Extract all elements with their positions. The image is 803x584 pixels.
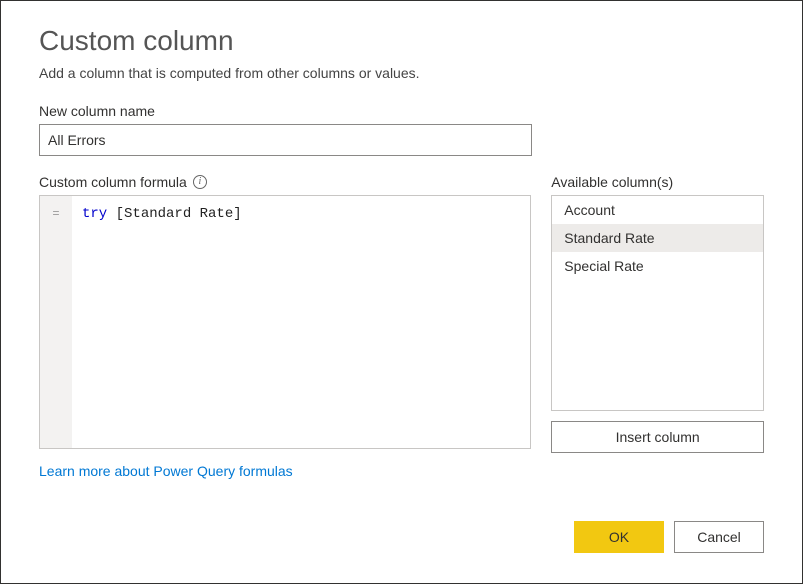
formula-gutter: = bbox=[40, 196, 72, 448]
dialog-title: Custom column bbox=[39, 25, 764, 57]
info-icon[interactable]: i bbox=[193, 175, 207, 189]
cancel-button[interactable]: Cancel bbox=[674, 521, 764, 553]
formula-label: Custom column formula i bbox=[39, 174, 531, 190]
new-column-name-input[interactable] bbox=[39, 124, 532, 156]
custom-column-dialog: Custom column Add a column that is compu… bbox=[0, 0, 803, 584]
available-column-item[interactable]: Special Rate bbox=[552, 252, 763, 280]
formula-code[interactable]: try [Standard Rate] bbox=[72, 196, 530, 448]
dialog-subtitle: Add a column that is computed from other… bbox=[39, 65, 764, 81]
available-columns-label: Available column(s) bbox=[551, 174, 764, 190]
learn-more-link[interactable]: Learn more about Power Query formulas bbox=[39, 463, 531, 479]
new-column-name-label: New column name bbox=[39, 103, 764, 119]
available-column-item[interactable]: Standard Rate bbox=[552, 224, 763, 252]
dialog-footer: OK Cancel bbox=[39, 505, 764, 553]
formula-editor[interactable]: = try [Standard Rate] bbox=[39, 195, 531, 449]
formula-keyword: try bbox=[82, 206, 107, 222]
available-columns-list[interactable]: Account Standard Rate Special Rate bbox=[551, 195, 764, 411]
formula-text: [Standard Rate] bbox=[107, 206, 241, 222]
insert-column-button[interactable]: Insert column bbox=[551, 421, 764, 453]
ok-button[interactable]: OK bbox=[574, 521, 664, 553]
formula-label-text: Custom column formula bbox=[39, 174, 187, 190]
available-column-item[interactable]: Account bbox=[552, 196, 763, 224]
